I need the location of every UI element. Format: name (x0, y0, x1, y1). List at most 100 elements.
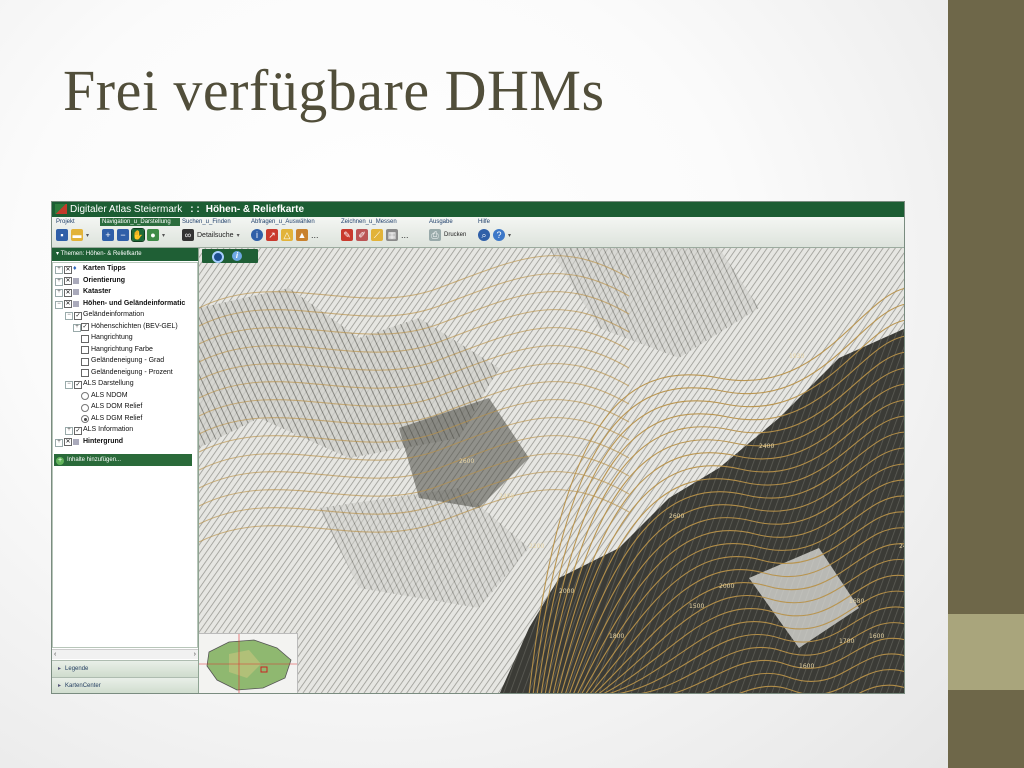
contour-label: 1600 (799, 663, 814, 670)
overview-map[interactable] (199, 633, 298, 693)
layer-checkbox[interactable]: ✓ (74, 426, 82, 435)
chevron-down-icon[interactable]: ▾ (86, 232, 89, 239)
drucken-button[interactable]: Drucken (444, 232, 466, 238)
edit-icon[interactable]: ✐ (356, 229, 368, 241)
expand-icon[interactable]: + (55, 438, 63, 447)
map-pin-icon: ♦ (73, 265, 77, 272)
themes-header[interactable]: ▾ Themen: Höhen- & Reliefkarte (52, 248, 198, 261)
collapse-icon[interactable]: − (55, 300, 63, 309)
layer-tree-item[interactable]: − ✓ ALS Darstellung (53, 378, 197, 390)
binoculars-icon[interactable]: ∞ (182, 229, 194, 241)
ribbon-group-navigation: Navigation_u_Darstellung + − ✋ ● ▾ (100, 218, 180, 246)
zoom-icon[interactable] (212, 251, 224, 263)
layer-tree-item[interactable]: + ✓ ALS Information (53, 424, 197, 436)
app-window: Digitaler Atlas Steiermark: : Höhen- & Re… (51, 201, 905, 694)
ribbon-group-hilfe: Hilfe ⌕ ? ▾ (476, 218, 522, 246)
open-folder-icon[interactable]: ▬ (71, 229, 83, 241)
chevron-down-icon[interactable]: ▾ (508, 232, 511, 239)
layer-group-icon (73, 438, 79, 445)
map-view[interactable]: 2600 2400 2200 2000 1800 2600 2000 1600 1700 1600… (199, 248, 905, 694)
draw-icon[interactable]: ✎ (341, 229, 353, 241)
profile-icon[interactable]: △ (281, 229, 293, 241)
turtle-icon[interactable]: ● (147, 229, 159, 241)
panel-legende[interactable]: ▸ Legende (52, 660, 198, 677)
search-help-icon[interactable]: ⌕ (478, 229, 490, 241)
printer-icon[interactable]: ⎙ (429, 229, 441, 241)
more-tools-icon[interactable]: ... (311, 229, 319, 241)
terrain-icon[interactable]: ▲ (296, 229, 308, 241)
layer-checkbox[interactable]: ✓ (74, 380, 82, 389)
layer-tree-item[interactable]: Geländeneigung - Grad (53, 355, 197, 367)
info-icon[interactable]: i (251, 229, 263, 241)
zoom-in-icon[interactable]: + (102, 229, 114, 241)
relief-map[interactable]: 2600 2400 2200 2000 1800 2600 2000 1600 1700 1600… (199, 248, 905, 694)
layer-tree-item[interactable]: + ✕ Hintergrund (53, 436, 197, 448)
expand-icon[interactable]: + (55, 277, 63, 286)
layer-visibility-checkbox[interactable]: ✕ (64, 277, 72, 285)
layer-visibility-checkbox[interactable]: ✕ (64, 300, 72, 308)
layer-label: ALS NDOM (91, 391, 128, 399)
layer-tree-item[interactable]: Hangrichtung (53, 332, 197, 344)
layer-tree-item[interactable]: + ✕ Orientierung (53, 275, 197, 287)
layer-label: ALS DOM Relief (91, 403, 143, 410)
app-titlebar: Digitaler Atlas Steiermark: : Höhen- & Re… (52, 202, 904, 217)
contour-label: 1930 (789, 353, 804, 360)
layer-checkbox[interactable] (81, 346, 89, 354)
collapse-icon[interactable]: − (65, 381, 73, 389)
measure-icon[interactable]: ⟋ (371, 229, 383, 241)
add-content-button[interactable]: + Inhalte hinzufügen... (54, 454, 192, 466)
ribbon-group-label: Projekt (56, 219, 75, 225)
zoom-out-icon[interactable]: − (117, 229, 129, 241)
panel-kartencenter[interactable]: ▸ KartenCenter (52, 677, 198, 693)
layer-visibility-checkbox[interactable]: ✕ (64, 265, 72, 274)
layer-visibility-checkbox[interactable]: ✕ (64, 288, 72, 297)
layer-tree-item[interactable]: + ✓ Höhenschichten (BEV-GEL) (53, 321, 197, 333)
scroll-right-icon[interactable]: › (194, 650, 196, 659)
layer-checkbox[interactable]: ✓ (74, 311, 82, 320)
layer-checkbox[interactable]: ✓ (81, 323, 89, 331)
layer-tree-item[interactable]: Hangrichtung Farbe (53, 344, 197, 356)
ribbon-group-label: Ausgabe (429, 219, 453, 225)
layer-radio-button[interactable] (81, 392, 89, 400)
layer-tree-item[interactable]: − ✓ Geländeinformation (53, 309, 197, 321)
more-tools-icon[interactable]: ... (401, 229, 409, 241)
collapse-icon[interactable]: − (65, 312, 73, 320)
select-icon[interactable]: ↗ (266, 229, 278, 241)
layer-tree-item[interactable]: ALS NDOM (53, 390, 197, 402)
themes-header-label: Themen: Höhen- & Reliefkarte (60, 251, 142, 257)
layer-tree-item[interactable]: + ✕ Kataster (53, 286, 197, 298)
chevron-down-icon[interactable]: ▾ (162, 232, 165, 239)
grid-icon[interactable]: ▦ (386, 229, 398, 241)
layer-tree-item[interactable]: + ✕ ♦ Karten Tipps (53, 263, 197, 275)
expand-icon[interactable]: + (55, 289, 63, 297)
layer-checkbox[interactable] (81, 334, 89, 343)
layer-radio-button[interactable] (81, 415, 89, 423)
save-icon[interactable]: ▪ (56, 229, 68, 241)
layer-group-icon (73, 277, 79, 284)
chevron-down-icon[interactable]: ▾ (237, 232, 240, 239)
contour-label: 2400 (499, 493, 514, 500)
detailsuche-button[interactable]: Detailsuche (197, 232, 234, 239)
layer-visibility-checkbox[interactable]: ✕ (64, 438, 72, 446)
ribbon-group-label: Hilfe (478, 219, 491, 225)
layer-checkbox[interactable] (81, 357, 89, 366)
expand-icon[interactable]: + (55, 266, 63, 274)
layer-label: Kataster (83, 288, 112, 295)
contour-label: 1700 (839, 638, 854, 645)
layer-checkbox[interactable] (81, 369, 89, 377)
expand-icon[interactable]: + (65, 427, 73, 435)
expand-icon[interactable]: + (73, 323, 81, 332)
info-icon[interactable]: i (232, 251, 242, 261)
ribbon-group-projekt: Projekt ▪ ▬ ▾ (54, 218, 98, 246)
contour-label: 2000 (559, 588, 574, 595)
help-icon[interactable]: ? (493, 229, 505, 241)
layer-tree-item[interactable]: ALS DGM Relief (53, 413, 197, 425)
layer-tree-item[interactable]: Geländeneigung - Prozent (53, 367, 197, 379)
scroll-left-icon[interactable]: ‹ (54, 650, 56, 659)
layer-tree-item[interactable]: − ✕ Höhen- und Geländeinformatic (53, 298, 197, 310)
horizontal-scrollbar[interactable]: ‹ › (52, 649, 198, 659)
layer-radio-button[interactable] (81, 403, 89, 412)
map-tools: i (202, 249, 258, 263)
layer-tree-item[interactable]: ALS DOM Relief (53, 401, 197, 413)
pan-hand-icon[interactable]: ✋ (131, 228, 145, 242)
